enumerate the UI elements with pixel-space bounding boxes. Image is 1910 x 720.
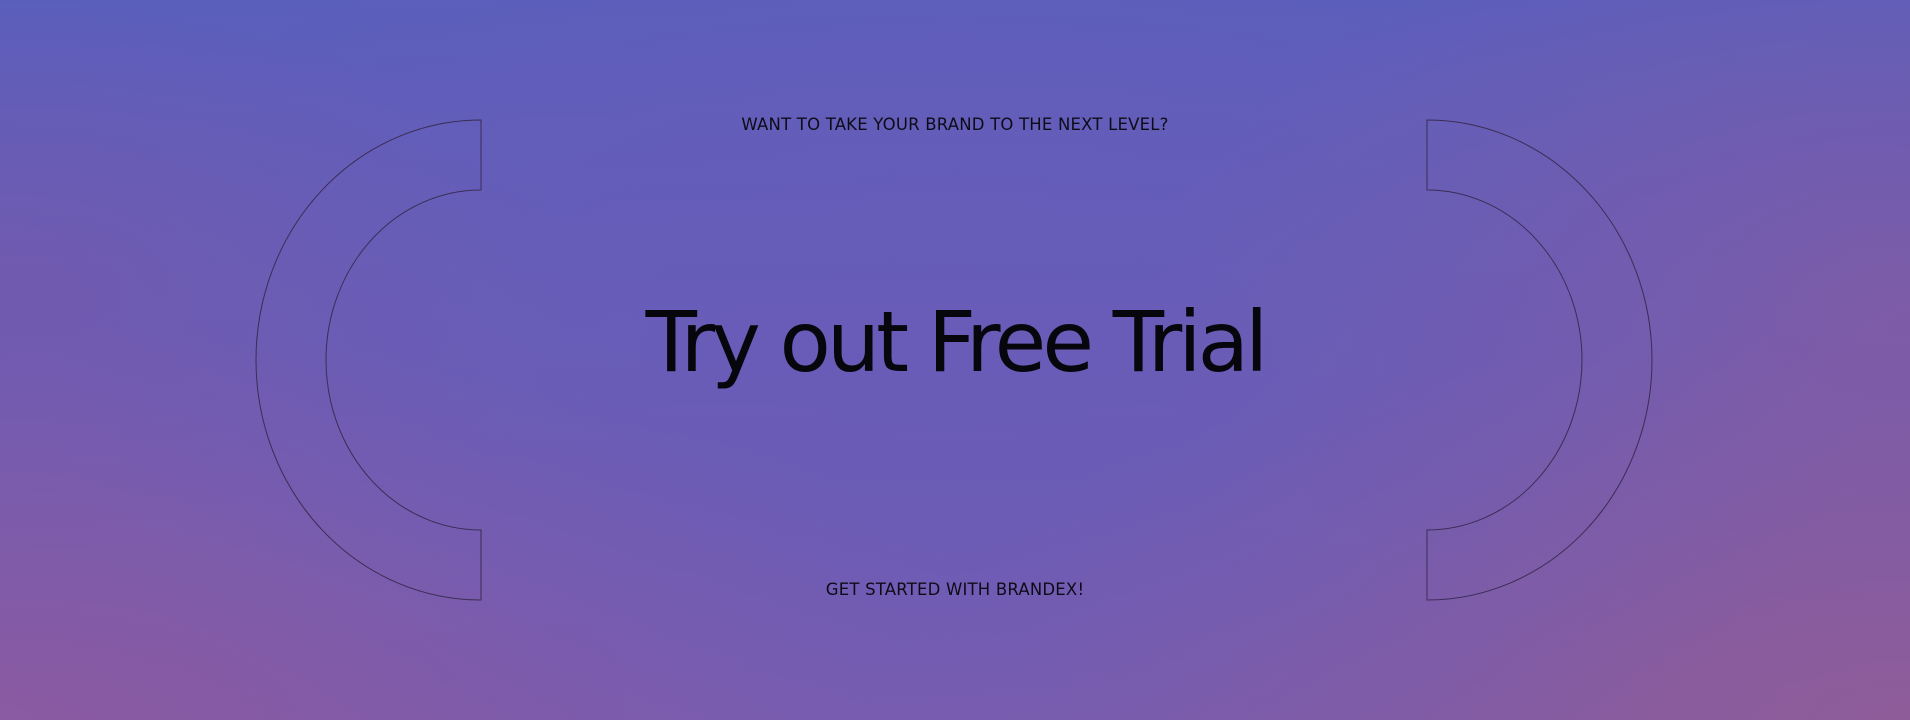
get-started-link-wrapper: GET STARTED WITH BRANDEX! (0, 580, 1910, 599)
cta-section: WANT TO TAKE YOUR BRAND TO THE NEXT LEVE… (0, 0, 1910, 720)
cta-eyebrow: WANT TO TAKE YOUR BRAND TO THE NEXT LEVE… (741, 115, 1169, 134)
get-started-link[interactable]: GET STARTED WITH BRANDEX! (826, 580, 1085, 599)
cta-headline: Try out Free Trial (645, 293, 1269, 391)
